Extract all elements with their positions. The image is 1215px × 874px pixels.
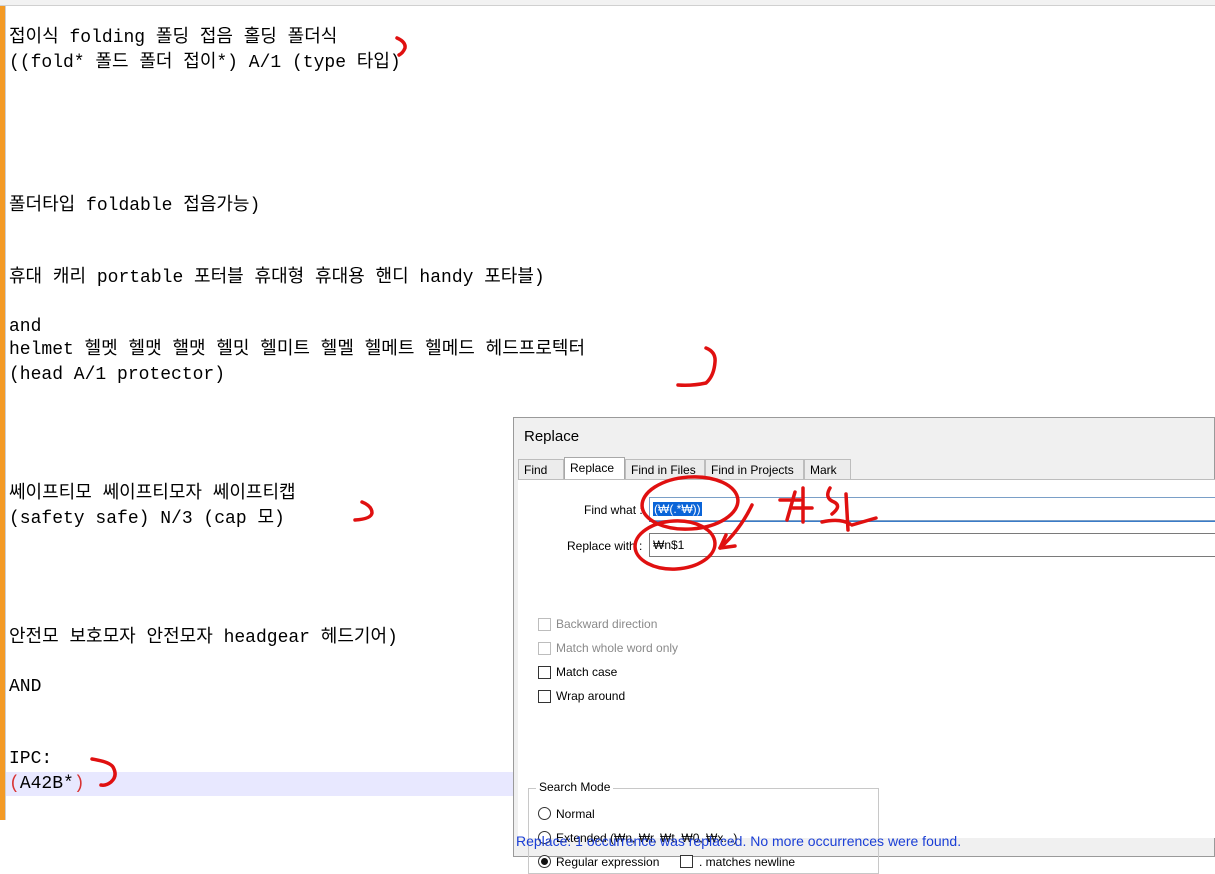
editor-line[interactable]: 접이식 folding 폴딩 접음 홀딩 폴더식 [9,26,337,50]
normal-label: Normal [556,807,595,821]
brace-match-close: ) [73,774,85,794]
match-case-label: Match case [556,665,618,679]
match-whole-word-checkbox[interactable] [538,642,551,655]
regular-expression-label: Regular expression [556,855,660,869]
find-what-label: Find what : [584,503,643,517]
brace-match-open: ( [9,774,20,794]
replace-with-input[interactable]: ₩n$1 [649,533,1215,557]
editor-line[interactable]: 휴대 캐리 portable 포터블 휴대형 휴대용 핸디 handy 포타블) [9,266,545,290]
tab-mark[interactable]: Mark [804,459,851,479]
tab-find-in-files[interactable]: Find in Files [625,459,705,479]
editor-line-current[interactable]: (A42B*) [9,772,85,796]
matches-newline-label: . matches newline [699,855,796,869]
normal-radio[interactable] [538,807,551,820]
editor-line-text: A42B* [19,774,74,794]
dialog-title: Replace [524,428,580,445]
editor-line[interactable]: AND [9,675,41,699]
replace-dialog[interactable]: Replace Find Replace Find in Files Find … [513,417,1215,874]
editor-margin-divider [5,6,6,820]
field-separator [649,521,1215,522]
editor-line[interactable]: and [9,315,41,339]
backward-direction-label: Backward direction [556,617,658,631]
replace-tab-panel: Find what : (₩(.*₩)) Replace with : ₩n$1… [518,479,1215,874]
editor-line[interactable]: 폴더타입 foldable 접음가능) [9,194,260,218]
tab-find[interactable]: Find [518,459,564,479]
find-what-value: (₩(.*₩)) [653,502,702,516]
status-message: Replace: 1 occurrence was replaced. No m… [516,833,962,849]
editor-line[interactable]: (head A/1 protector) [9,363,225,387]
editor-line[interactable]: 안전모 보호모자 안전모자 headgear 헤드기어) [9,626,398,650]
tab-replace[interactable]: Replace [564,457,625,480]
editor-line[interactable]: helmet 헬멧 헬맷 핼맷 헬밋 헬미트 헬멜 헬메트 헬메드 헤드프로텍터 [9,338,585,362]
editor-line[interactable]: ((fold* 폴드 폴더 접이*) A/1 (type 타입) [9,51,401,75]
backward-direction-checkbox[interactable] [538,618,551,631]
editor-line[interactable]: 쎄이프티모 쎄이프티모자 쎄이프티캡 [9,482,296,506]
editor-line[interactable]: (safety safe) N/3 (cap 모) [9,507,285,531]
match-whole-word-label: Match whole word only [556,641,679,655]
editor-top-border [0,0,1215,6]
find-what-input[interactable]: (₩(.*₩)) [649,497,1215,521]
search-mode-title: Search Mode [536,780,614,794]
tab-find-in-projects[interactable]: Find in Projects [705,459,804,479]
match-case-checkbox[interactable] [538,666,551,679]
wrap-around-checkbox[interactable] [538,690,551,703]
replace-with-label: Replace with : [567,539,643,553]
wrap-around-label: Wrap around [556,689,626,703]
editor-line[interactable]: IPC: [9,747,52,771]
replace-with-value: ₩n$1 [653,538,685,552]
